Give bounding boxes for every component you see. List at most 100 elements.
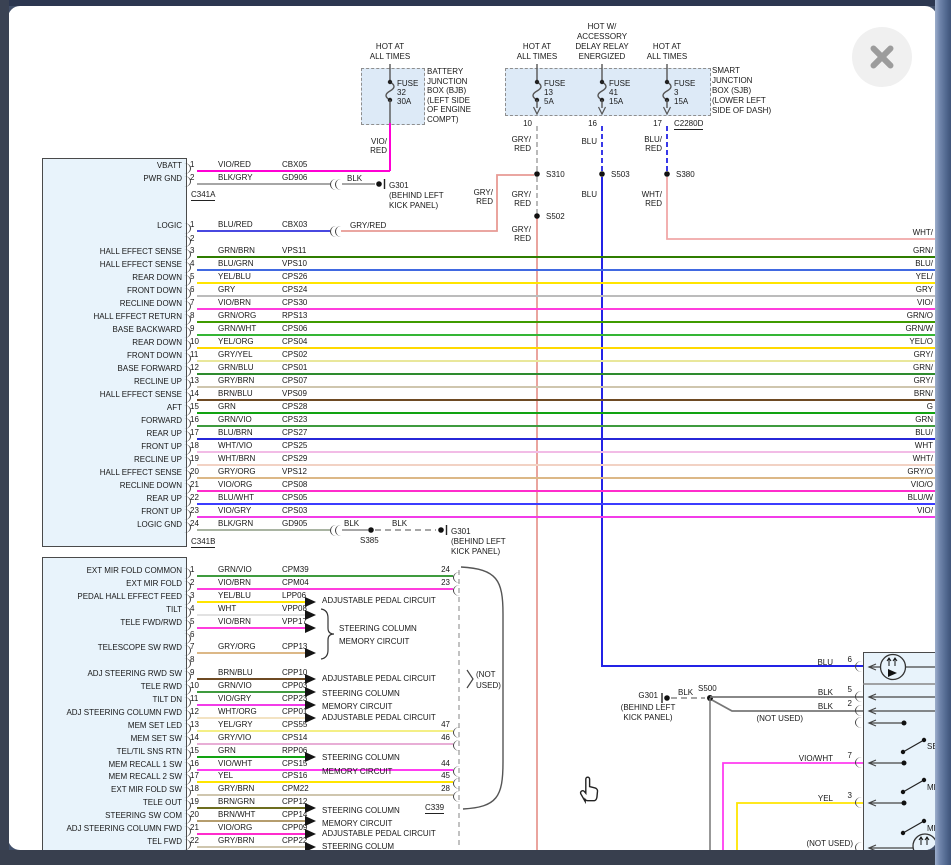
wire — [197, 794, 453, 796]
wire-color-code-right: GRY/O — [873, 467, 933, 477]
wire — [197, 614, 305, 616]
pin-number: 2 — [838, 699, 852, 709]
circuit-target: ADJUSTABLE PEDAL CIRCUIT — [322, 829, 436, 839]
wire-color-code: YEL/BLU — [218, 591, 251, 601]
wire-color-code: GRY/ORG — [218, 467, 256, 477]
end-pin-number: 44 — [430, 759, 450, 769]
pin-label: FRONT DOWN — [46, 351, 182, 361]
pin-label: REAR UP — [46, 494, 182, 504]
pin-number: 4 — [190, 259, 194, 269]
wire-color-code: BLU/RED — [218, 220, 253, 230]
right-scroll-region[interactable] — [935, 0, 951, 865]
close-button[interactable] — [852, 27, 912, 87]
pin-number: 20 — [190, 467, 199, 477]
wire-color-code: VIO/GRY — [218, 506, 251, 516]
wire-color-code: GRY/VIO — [218, 733, 251, 743]
pin-label: MEM RECALL 1 SW — [46, 760, 182, 770]
circuit-code: CPS05 — [282, 493, 307, 503]
wire-color-code: GRY/BRN — [218, 376, 254, 386]
right-module-box — [863, 652, 937, 850]
wire-color-code-right: GRN/O — [873, 311, 933, 321]
wire-color-code: (NOT USED) — [723, 714, 803, 724]
wire-color-code-right: WHT/ — [873, 454, 933, 464]
splice-s503-dot — [599, 171, 605, 177]
wire — [197, 438, 935, 440]
pin-label: TELESCOPE SW RWD — [46, 643, 182, 653]
end-pin-number: 24 — [430, 565, 450, 575]
pin-label: ADJ STEERING COLUMN FWD — [46, 824, 182, 834]
pin-number: 18 — [190, 441, 199, 451]
wire-color-code-right: YEL/O — [873, 337, 933, 347]
pin-label: HALL EFFECT SENSE — [46, 247, 182, 257]
wire-color-code: GRY/BRN — [218, 784, 254, 794]
bottom-edge — [0, 850, 951, 865]
arrow-icon — [305, 648, 316, 658]
pin-label: RECLINE DOWN — [46, 481, 182, 491]
splice-s380-dot — [664, 171, 670, 177]
ground-g301-icon — [662, 693, 670, 703]
circuit-code: VPS11 — [282, 246, 306, 256]
circuit-target: ADJUSTABLE PEDAL CIRCUIT — [322, 674, 436, 684]
wire — [197, 503, 935, 505]
pin-number: 12 — [190, 363, 199, 373]
wire-color-code: WHT/BRN — [218, 454, 255, 464]
pin-number: 5 — [190, 272, 194, 282]
wire-color-code-right: GRN/ — [873, 246, 933, 256]
pin-number: 9 — [190, 668, 194, 678]
wire — [197, 386, 935, 388]
wire-color-code: VIO/WHT — [773, 754, 833, 764]
circuit-code: CPP10 — [282, 668, 307, 678]
circuit-code: CPS28 — [282, 402, 307, 412]
wire — [197, 846, 305, 848]
wire-color-code: VIO/WHT — [218, 759, 252, 769]
feed-blu-label: BLU — [561, 137, 597, 147]
circuit-code: CPS14 — [282, 733, 307, 743]
connector-c339: C339 — [425, 803, 444, 814]
not-used-bracket — [467, 670, 473, 688]
blk-label: BLK — [344, 519, 359, 529]
wire — [197, 347, 935, 349]
pin-number: 17 — [190, 428, 199, 438]
feed-blu-label: BLU — [561, 190, 597, 200]
pin-number: 10 — [190, 337, 199, 347]
wire — [197, 678, 305, 680]
pin-label: TELE RWD — [46, 682, 182, 692]
circuit-code: CPM39 — [282, 565, 309, 575]
feed-gry-red-branch-label: GRY/ RED — [457, 188, 493, 206]
wire — [197, 717, 305, 719]
circuit-code: CPS25 — [282, 441, 307, 451]
pin-number: 11 — [190, 694, 198, 704]
wire — [197, 627, 305, 629]
ground-g301-icon — [438, 525, 446, 535]
pin-connector-icon — [855, 842, 862, 850]
circuit-code: CPS03 — [282, 506, 307, 516]
pin-number: 13 — [190, 376, 199, 386]
pin-connector-icon — [855, 661, 862, 672]
end-pin-number: 46 — [430, 733, 450, 743]
circuit-code: CPP23 — [282, 694, 307, 704]
diagram-viewer[interactable]: HOT AT ALL TIMES FUSE 32 30A BATTERY JUN… — [8, 6, 937, 850]
pin-number: 22 — [190, 493, 199, 503]
pin-connector-icon — [453, 585, 460, 596]
pin-number: 16 — [190, 759, 199, 769]
circuit-code: CPS26 — [282, 272, 307, 282]
pin-number: 6 — [838, 655, 852, 665]
wire — [197, 256, 935, 258]
pin-connector-icon — [453, 572, 460, 583]
sjb-fuse-label-3: FUSE 3 15A — [674, 79, 695, 106]
blk-label: BLK — [347, 174, 362, 184]
circuit-target: STEERING COLUMN MEMORY CIRCUIT — [322, 687, 400, 713]
pin-label: HALL EFFECT SENSE — [46, 390, 182, 400]
wire-color-code: BLK/GRN — [218, 519, 253, 529]
circuit-code: CBX03 — [282, 220, 307, 230]
pin-label: TILT — [46, 605, 182, 615]
wire-color-code: BLU/BRN — [218, 428, 253, 438]
pin-connector-icon — [453, 791, 460, 802]
wire-color-code: GRN/VIO — [218, 565, 252, 575]
pin-label: RECLINE DOWN — [46, 299, 182, 309]
feed-gry-red-label: GRY/ RED — [495, 135, 531, 153]
wire-color-code: VIO/GRY — [218, 694, 251, 704]
pin-label: LOGIC — [46, 221, 182, 231]
pin-label: FRONT DOWN — [46, 286, 182, 296]
wire — [197, 477, 935, 479]
